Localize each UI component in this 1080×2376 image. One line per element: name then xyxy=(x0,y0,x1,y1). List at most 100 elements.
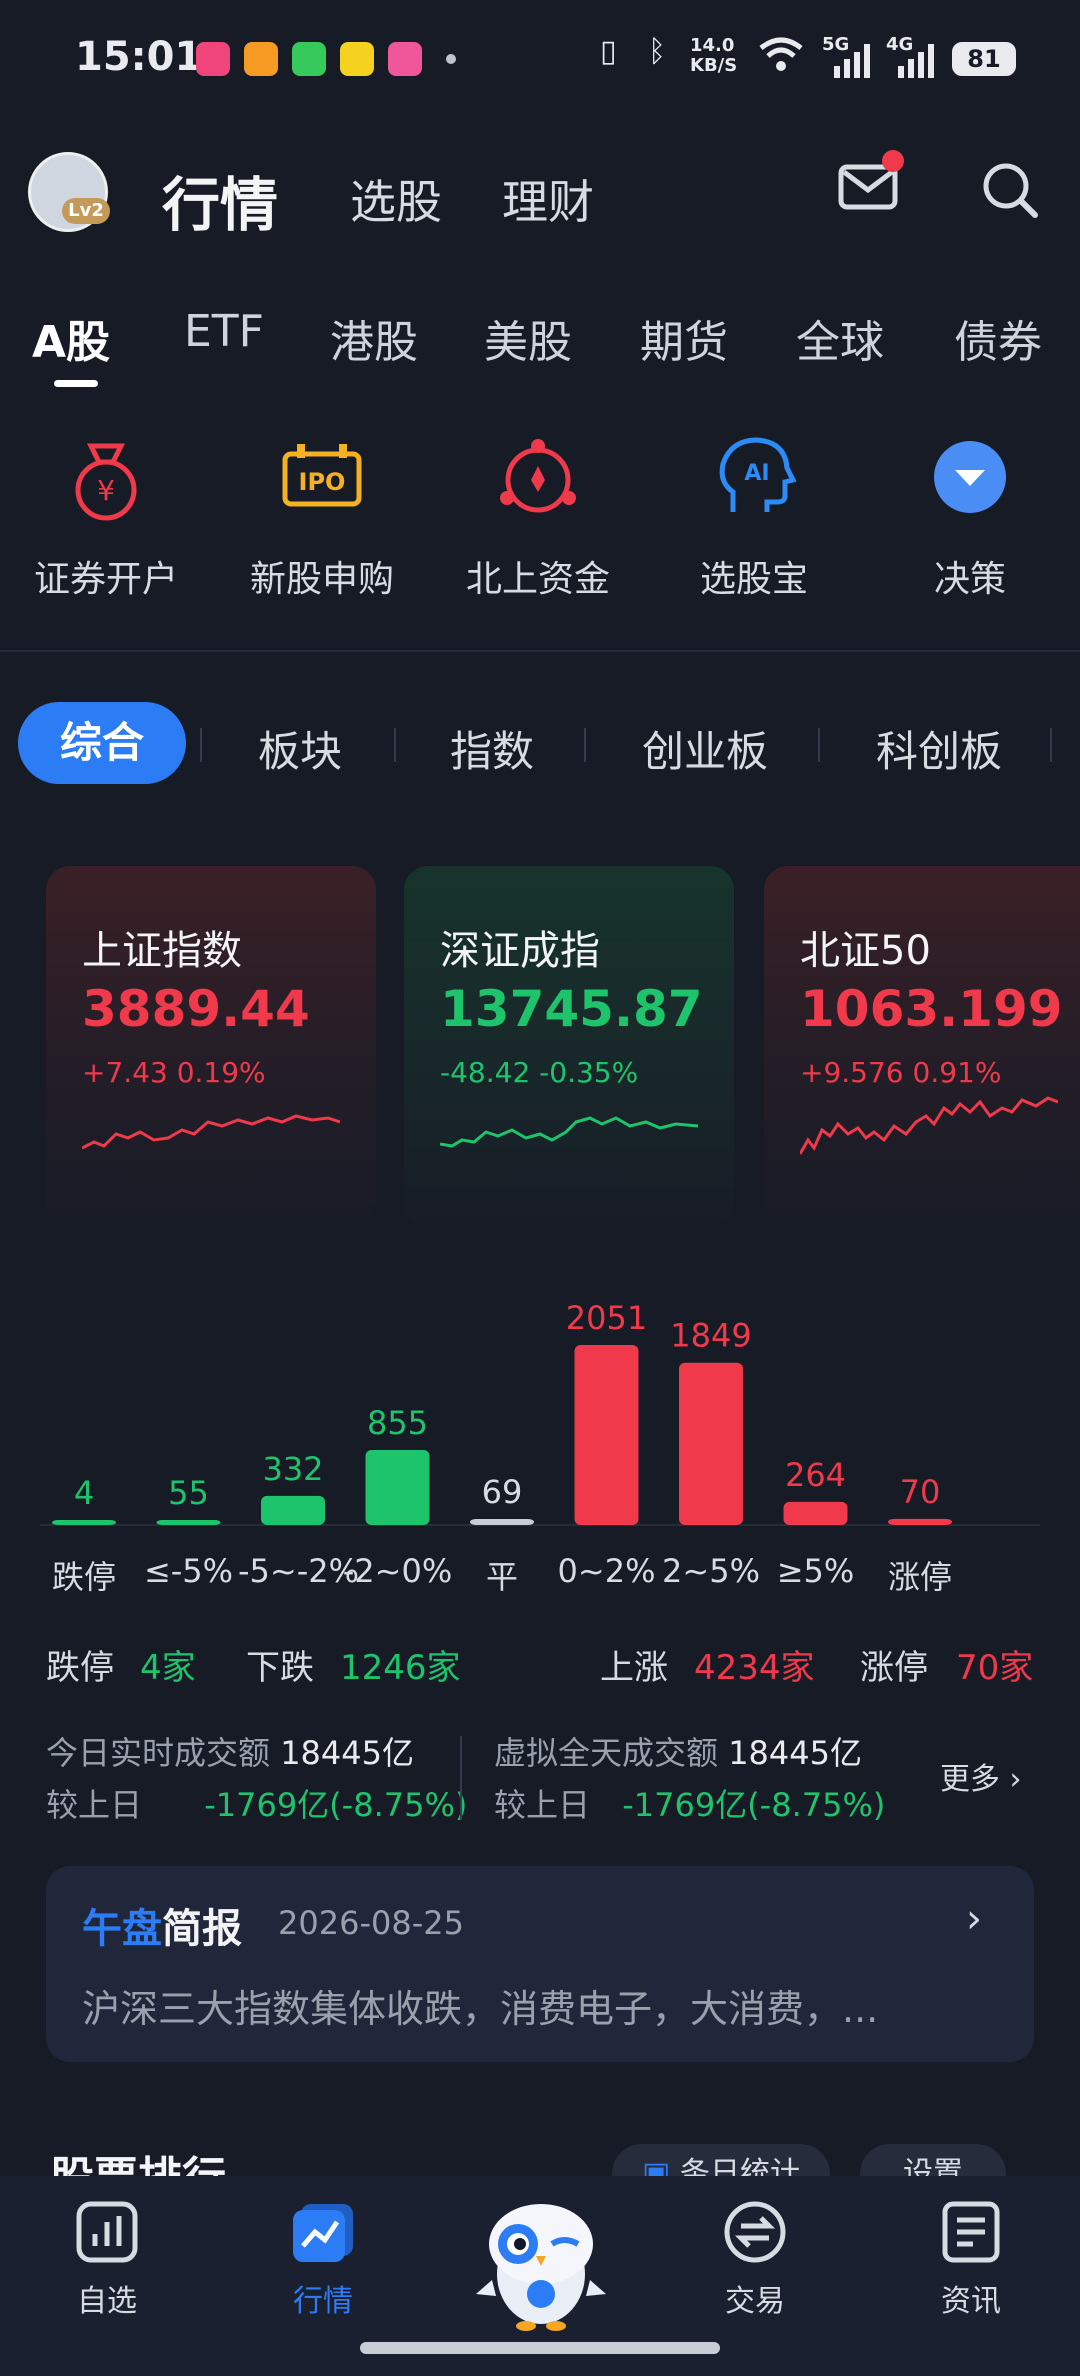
distribution-bar xyxy=(888,1518,952,1525)
category-label: 2~5% xyxy=(662,1552,760,1590)
index-card-shanghai[interactable]: 上证指数 3889.44 +7.43 0.19% xyxy=(46,866,376,1226)
market-brief-card[interactable]: 午盘简报 2026-08-25 › 沪深三大指数集体收跌，消费电子，大消费，..… xyxy=(46,1866,1034,2062)
tab-futures[interactable]: 期货 xyxy=(640,306,728,370)
bar-chart-icon xyxy=(76,2201,138,2263)
tab-us[interactable]: 美股 xyxy=(484,306,572,370)
level-badge: Lv2 xyxy=(62,198,110,224)
chevron-down-circle-icon xyxy=(925,432,1015,522)
unread-dot xyxy=(882,150,904,172)
app-notification-icon xyxy=(340,42,374,76)
bar-value-label: 855 xyxy=(367,1404,428,1442)
limit-up-label: 涨停 xyxy=(860,1648,928,1688)
segment-chinext[interactable]: 创业板 xyxy=(642,718,768,779)
net-speed: 14.0 KB/S xyxy=(690,35,738,76)
limit-up-count: 70家 xyxy=(956,1648,1034,1688)
ipo-icon: IPO xyxy=(277,432,367,522)
distribution-bar xyxy=(470,1518,534,1525)
index-value: 3889.44 xyxy=(82,980,310,1038)
segment-star-market[interactable]: 科创板 xyxy=(876,718,1002,779)
index-change: +7.43 0.19% xyxy=(82,1056,266,1089)
home-indicator[interactable] xyxy=(360,2342,720,2354)
bar-value-label: 1849 xyxy=(670,1317,751,1355)
category-label: 涨停 xyxy=(887,1558,952,1596)
index-value: 1063.199 xyxy=(800,980,1063,1038)
index-name: 北证50 xyxy=(800,928,931,974)
category-label: ≤-5% xyxy=(143,1552,234,1590)
nav-wealth[interactable]: 理财 xyxy=(502,166,594,232)
bar-value-label: 4 xyxy=(74,1474,94,1512)
category-label: ≥5% xyxy=(776,1552,855,1590)
svg-text:AI: AI xyxy=(744,461,769,486)
vibrate-icon: ▯ xyxy=(600,34,617,69)
tab-hk[interactable]: 港股 xyxy=(330,306,418,370)
turnover-virtual: 虚拟全天成交额 18445亿 xyxy=(494,1734,862,1772)
moneybag-icon: ¥ xyxy=(61,432,151,522)
separator xyxy=(584,728,586,762)
category-label: 0~2% xyxy=(557,1552,656,1590)
mascot-owl-button[interactable] xyxy=(466,2184,616,2338)
bottom-nav-market[interactable]: 行情 xyxy=(248,2200,398,2320)
decline-count: 1246家 xyxy=(340,1648,461,1688)
signal-icon xyxy=(896,44,936,82)
more-link[interactable]: 更多 › xyxy=(940,1754,1022,1798)
tab-indicator xyxy=(54,380,98,387)
distribution-bar xyxy=(52,1520,116,1525)
index-value: 13745.87 xyxy=(440,980,703,1038)
divider xyxy=(0,650,1080,652)
separator xyxy=(1050,728,1052,762)
quick-open-account[interactable]: ¥ 证券开户 xyxy=(6,432,206,602)
index-sparkline xyxy=(800,1096,1058,1155)
quick-stock-ai[interactable]: AI 选股宝 xyxy=(654,432,854,602)
quick-ipo[interactable]: IPO 新股申购 xyxy=(222,432,422,602)
category-label: -5~-2% xyxy=(238,1552,360,1590)
distribution-bar xyxy=(156,1520,221,1525)
trend-chart-icon xyxy=(293,2204,353,2262)
bottom-nav-news[interactable]: 资讯 xyxy=(896,2200,1046,2320)
bar-value-label: 70 xyxy=(900,1473,941,1511)
advance-label: 上涨 xyxy=(600,1648,668,1688)
index-sparkline xyxy=(440,1116,698,1148)
search-icon[interactable] xyxy=(980,160,1040,224)
distribution-bar xyxy=(261,1495,325,1525)
bottom-nav-watchlist[interactable]: 自选 xyxy=(32,2200,182,2320)
page-title[interactable]: 行情 xyxy=(162,158,278,242)
segment-indices[interactable]: 指数 xyxy=(450,718,534,779)
tab-a-shares[interactable]: A股 xyxy=(32,306,110,370)
limit-down-count: 4家 xyxy=(140,1648,196,1688)
index-change: +9.576 0.91% xyxy=(800,1056,1002,1089)
quick-northbound[interactable]: 北上资金 xyxy=(438,432,638,602)
brief-text: 沪深三大指数集体收跌，消费电子，大消费，... xyxy=(82,1987,879,2031)
exchange-icon xyxy=(724,2201,786,2263)
quick-decision[interactable]: 决策 xyxy=(870,432,1070,602)
separator xyxy=(818,728,820,762)
status-bar: 15:01 ▯ ᛒ 14.0 KB/S 5G 4G 81 xyxy=(0,0,1080,120)
more-notifications-dot xyxy=(446,54,456,64)
separator xyxy=(200,728,202,762)
tab-bonds[interactable]: 债券 xyxy=(954,306,1042,370)
price-distribution-chart: 4 55 332 855 69 2051 1849 264 70 xyxy=(40,1299,1040,1526)
svg-text:¥: ¥ xyxy=(97,474,115,507)
segment-overview[interactable]: 综合 xyxy=(18,702,186,784)
ai-head-icon: AI xyxy=(709,432,799,522)
status-time: 15:01 xyxy=(75,34,203,80)
owl-mascot-icon xyxy=(476,2204,606,2331)
bluetooth-icon: ᛒ xyxy=(648,34,666,69)
bar-value-label: 69 xyxy=(482,1473,523,1511)
battery-indicator: 81 xyxy=(952,42,1016,76)
app-notification-icon xyxy=(244,42,278,76)
segment-sectors[interactable]: 板块 xyxy=(258,718,342,779)
bottom-nav-trade[interactable]: 交易 xyxy=(680,2200,830,2320)
app-notification-icon xyxy=(388,42,422,76)
decline-label: 下跌 xyxy=(246,1648,314,1688)
tab-global[interactable]: 全球 xyxy=(796,306,884,370)
category-label: 跌停 xyxy=(51,1558,116,1596)
limit-down-label: 跌停 xyxy=(46,1648,114,1688)
chevron-right-icon[interactable]: › xyxy=(966,1896,982,1942)
index-card-shenzhen[interactable]: 深证成指 13745.87 -48.42 -0.35% xyxy=(404,866,734,1226)
index-card-bse50[interactable]: 北证50 1063.199 +9.576 0.91% xyxy=(764,866,1080,1226)
category-label: 平 xyxy=(485,1558,518,1596)
advance-count: 4234家 xyxy=(694,1648,815,1688)
tab-etf[interactable]: ETF xyxy=(184,306,264,357)
nav-stock-picker[interactable]: 选股 xyxy=(350,166,442,232)
distribution-bar xyxy=(574,1345,639,1525)
